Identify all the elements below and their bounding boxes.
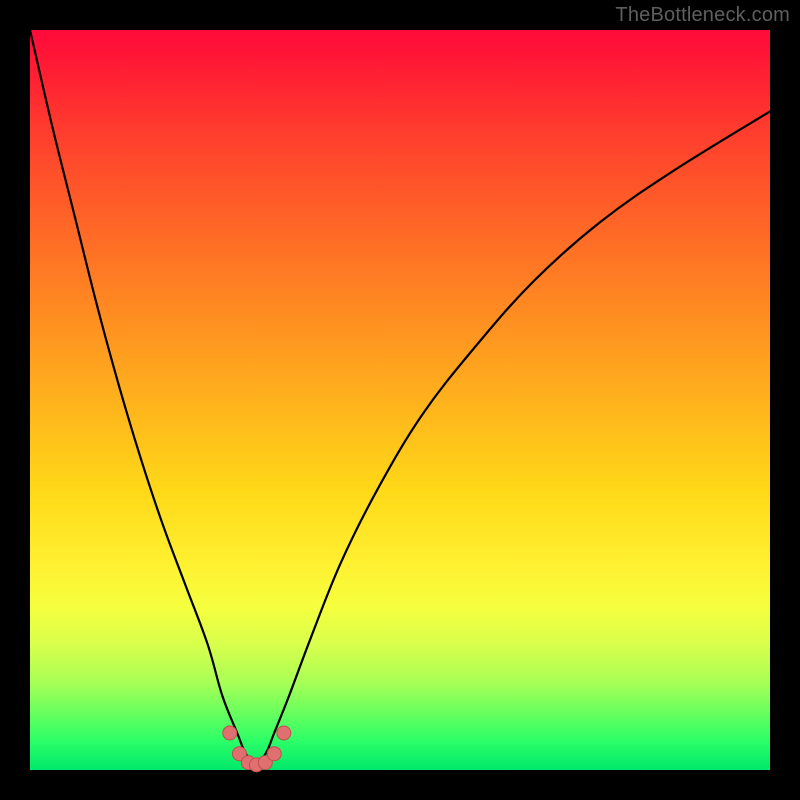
trough-marker: [223, 726, 237, 740]
chart-svg: [30, 30, 770, 770]
trough-markers-group: [223, 726, 291, 772]
plot-area: [30, 30, 770, 770]
watermark-text: TheBottleneck.com: [615, 4, 790, 27]
bottleneck-curve: [30, 30, 770, 762]
trough-marker: [267, 747, 281, 761]
chart-frame: TheBottleneck.com: [0, 0, 800, 800]
trough-marker: [277, 726, 291, 740]
